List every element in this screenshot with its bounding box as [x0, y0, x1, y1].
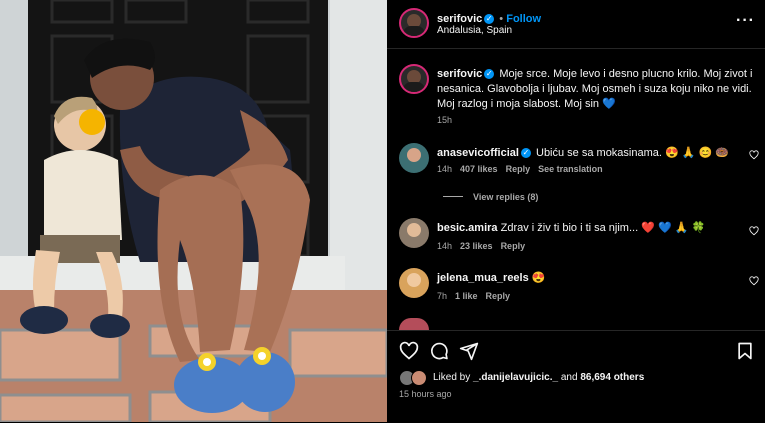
liked-by-prefix: Liked by — [433, 372, 471, 383]
heart-icon[interactable] — [749, 150, 759, 160]
post-panel: serifovic ✓ • Follow Andalusia, Spain ···… — [387, 0, 765, 422]
heart-icon[interactable] — [749, 276, 759, 286]
comment-avatar-partial — [399, 318, 429, 330]
liked-by-and: and — [560, 372, 578, 383]
follow-button[interactable]: Follow — [506, 13, 541, 25]
comment-text: 😍 — [531, 272, 546, 284]
comment-2: besic.amira Zdrav i živ ti bio i ti sa n… — [437, 221, 737, 236]
reply-button[interactable]: Reply — [486, 291, 511, 301]
comment-text: Ubiću se sa mokasinama. 😍 🙏 😊 🍩 — [536, 147, 729, 159]
comment-avatar[interactable] — [399, 218, 429, 248]
share-send-icon[interactable] — [459, 341, 479, 361]
post-actions: Liked by _.danijelavujicic._ and 86,694 … — [387, 330, 765, 423]
caption-username[interactable]: serifovic — [437, 68, 482, 80]
comment-likes[interactable]: 407 likes — [460, 164, 498, 174]
comment-text: Zdrav i živ ti bio i ti sa njim... ❤️ 💙 … — [500, 222, 706, 234]
comment-1: anasevicofficial ✓ Ubiću se sa mokasinama… — [437, 146, 737, 161]
post-location[interactable]: Andalusia, Spain — [437, 25, 512, 36]
comment-avatar[interactable] — [399, 268, 429, 298]
author-avatar[interactable] — [399, 8, 429, 38]
comment-meta: 14h 407 likes Reply See translation — [437, 164, 611, 174]
caption: serifovic ✓ Moje srce. Moje levo i desno … — [437, 67, 755, 112]
liked-by-count[interactable]: 86,694 others — [580, 372, 644, 383]
comment-bubble-icon[interactable] — [429, 341, 449, 361]
liked-by: Liked by _.danijelavujicic._ and 86,694 … — [433, 372, 644, 383]
comment-3: jelena_mua_reels 😍 — [437, 271, 737, 286]
comment-avatar[interactable] — [399, 143, 429, 173]
verified-badge-icon: ✓ — [520, 148, 531, 158]
comment-time: 14h — [437, 241, 453, 251]
verified-badge-icon: ✓ — [484, 14, 495, 24]
separator-dot: • — [496, 13, 507, 25]
comment-username[interactable]: besic.amira — [437, 222, 498, 234]
comment-likes[interactable]: 1 like — [455, 291, 478, 301]
liker-avatar[interactable] — [411, 370, 427, 386]
comment-meta: 7h 1 like Reply — [437, 291, 518, 301]
caption-avatar[interactable] — [399, 64, 429, 94]
reply-button[interactable]: Reply — [501, 241, 526, 251]
comment-time: 7h — [437, 291, 448, 301]
heart-icon[interactable] — [749, 226, 759, 236]
post-photo[interactable] — [0, 0, 387, 422]
view-replies[interactable]: View replies (8) — [443, 192, 546, 202]
reply-button[interactable]: Reply — [506, 164, 531, 174]
post-header: serifovic ✓ • Follow Andalusia, Spain ··· — [387, 0, 765, 49]
post-timestamp[interactable]: 15 hours ago — [399, 389, 452, 399]
comment-username[interactable]: jelena_mua_reels — [437, 272, 529, 284]
comment-username[interactable]: anasevicofficial — [437, 147, 519, 159]
comment-likes[interactable]: 23 likes — [460, 241, 493, 251]
post-image — [0, 0, 387, 422]
view-replies-label[interactable]: View replies (8) — [473, 192, 538, 202]
divider-line — [443, 196, 463, 197]
verified-badge-icon: ✓ — [484, 69, 495, 79]
see-translation-button[interactable]: See translation — [538, 164, 603, 174]
bookmark-icon[interactable] — [735, 341, 755, 361]
like-heart-icon[interactable] — [399, 341, 419, 361]
comment-meta: 14h 23 likes Reply — [437, 241, 533, 251]
author-username[interactable]: serifovic — [437, 13, 482, 25]
more-horizontal-icon[interactable]: ··· — [736, 12, 755, 30]
comment-time: 14h — [437, 164, 453, 174]
caption-time: 15h — [437, 115, 453, 125]
liked-by-user[interactable]: _.danijelavujicic._ — [473, 372, 558, 383]
